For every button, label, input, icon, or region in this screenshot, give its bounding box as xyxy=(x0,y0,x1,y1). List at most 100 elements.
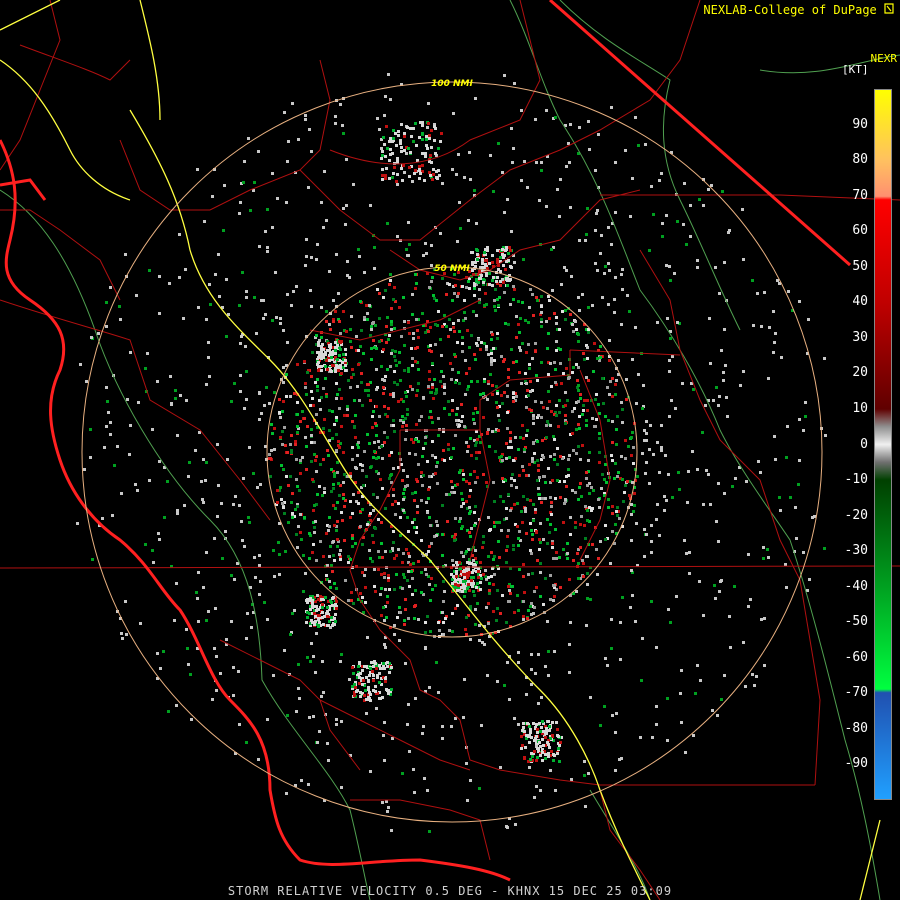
velocity-echo xyxy=(611,395,614,398)
colorbar-tick: 70 xyxy=(852,187,868,203)
velocity-echo xyxy=(597,403,600,406)
velocity-echo xyxy=(477,281,480,284)
velocity-echo xyxy=(465,633,468,636)
velocity-echo xyxy=(370,328,373,331)
velocity-echo xyxy=(498,521,501,524)
velocity-echo xyxy=(376,117,379,120)
velocity-echo xyxy=(327,454,330,457)
velocity-echo xyxy=(328,359,331,362)
velocity-echo xyxy=(296,485,299,488)
velocity-echo xyxy=(307,186,310,189)
velocity-echo xyxy=(485,481,488,484)
velocity-echo xyxy=(381,556,384,559)
velocity-echo xyxy=(455,413,458,416)
velocity-echo xyxy=(216,443,219,446)
velocity-echo xyxy=(482,573,485,576)
velocity-echo xyxy=(530,529,533,532)
velocity-echo xyxy=(420,415,423,418)
velocity-echo xyxy=(399,516,402,519)
velocity-echo xyxy=(583,358,586,361)
velocity-echo xyxy=(414,347,417,350)
velocity-echo xyxy=(415,423,418,426)
velocity-echo xyxy=(660,424,663,427)
velocity-echo xyxy=(364,586,367,589)
velocity-echo xyxy=(413,526,416,529)
velocity-echo xyxy=(614,523,617,526)
velocity-echo xyxy=(564,318,567,321)
velocity-echo xyxy=(157,532,160,535)
velocity-echo xyxy=(478,270,481,273)
velocity-echo xyxy=(439,232,442,235)
velocity-echo xyxy=(257,758,260,761)
velocity-echo xyxy=(468,495,471,498)
velocity-echo xyxy=(577,577,580,580)
velocity-echo xyxy=(517,609,520,612)
velocity-echo xyxy=(289,395,292,398)
velocity-echo xyxy=(664,454,667,457)
velocity-echo xyxy=(410,570,413,573)
velocity-echo xyxy=(325,532,328,535)
velocity-echo xyxy=(461,498,464,501)
velocity-echo xyxy=(281,430,284,433)
velocity-echo xyxy=(461,525,464,528)
velocity-echo xyxy=(530,602,533,605)
velocity-echo xyxy=(376,288,379,291)
velocity-echo xyxy=(464,359,467,362)
velocity-echo xyxy=(480,341,483,344)
velocity-echo xyxy=(416,511,419,514)
velocity-echo xyxy=(463,299,466,302)
velocity-echo xyxy=(245,296,248,299)
velocity-echo xyxy=(598,451,601,454)
velocity-echo xyxy=(468,367,471,370)
velocity-echo xyxy=(632,446,635,449)
velocity-echo xyxy=(348,276,351,279)
velocity-echo xyxy=(378,128,381,131)
velocity-echo xyxy=(568,161,571,164)
velocity-echo xyxy=(683,539,686,542)
velocity-echo xyxy=(245,398,248,401)
velocity-echo xyxy=(704,404,707,407)
velocity-echo xyxy=(569,313,572,316)
velocity-echo xyxy=(455,572,458,575)
velocity-echo xyxy=(340,786,343,789)
velocity-echo xyxy=(504,268,507,271)
velocity-echo xyxy=(626,480,629,483)
velocity-echo xyxy=(538,741,541,744)
velocity-echo xyxy=(389,550,392,553)
velocity-echo xyxy=(359,525,362,528)
velocity-echo xyxy=(501,248,504,251)
velocity-echo xyxy=(211,195,214,198)
velocity-echo xyxy=(507,529,510,532)
velocity-echo xyxy=(359,463,362,466)
velocity-echo xyxy=(434,323,437,326)
velocity-echo xyxy=(476,258,479,261)
velocity-echo xyxy=(384,95,387,98)
velocity-echo xyxy=(586,484,589,487)
velocity-echo xyxy=(563,266,566,269)
velocity-echo xyxy=(313,531,316,534)
velocity-echo xyxy=(407,530,410,533)
velocity-echo xyxy=(297,525,300,528)
velocity-echo xyxy=(238,504,241,507)
velocity-echo xyxy=(381,457,384,460)
velocity-echo xyxy=(512,361,515,364)
velocity-echo xyxy=(716,714,719,717)
velocity-echo xyxy=(533,452,536,455)
velocity-echo xyxy=(564,391,567,394)
velocity-echo xyxy=(451,630,454,633)
velocity-echo xyxy=(392,530,395,533)
velocity-echo xyxy=(386,595,389,598)
velocity-echo xyxy=(430,416,433,419)
velocity-echo xyxy=(447,335,450,338)
velocity-echo xyxy=(630,539,633,542)
velocity-echo xyxy=(469,437,472,440)
velocity-echo xyxy=(128,453,131,456)
velocity-echo xyxy=(406,408,409,411)
velocity-echo xyxy=(598,461,601,464)
cod-logo-icon xyxy=(884,3,894,14)
velocity-echo xyxy=(526,429,529,432)
velocity-echo xyxy=(604,415,607,418)
velocity-echo xyxy=(630,436,633,439)
velocity-echo xyxy=(401,425,404,428)
velocity-echo xyxy=(258,245,261,248)
